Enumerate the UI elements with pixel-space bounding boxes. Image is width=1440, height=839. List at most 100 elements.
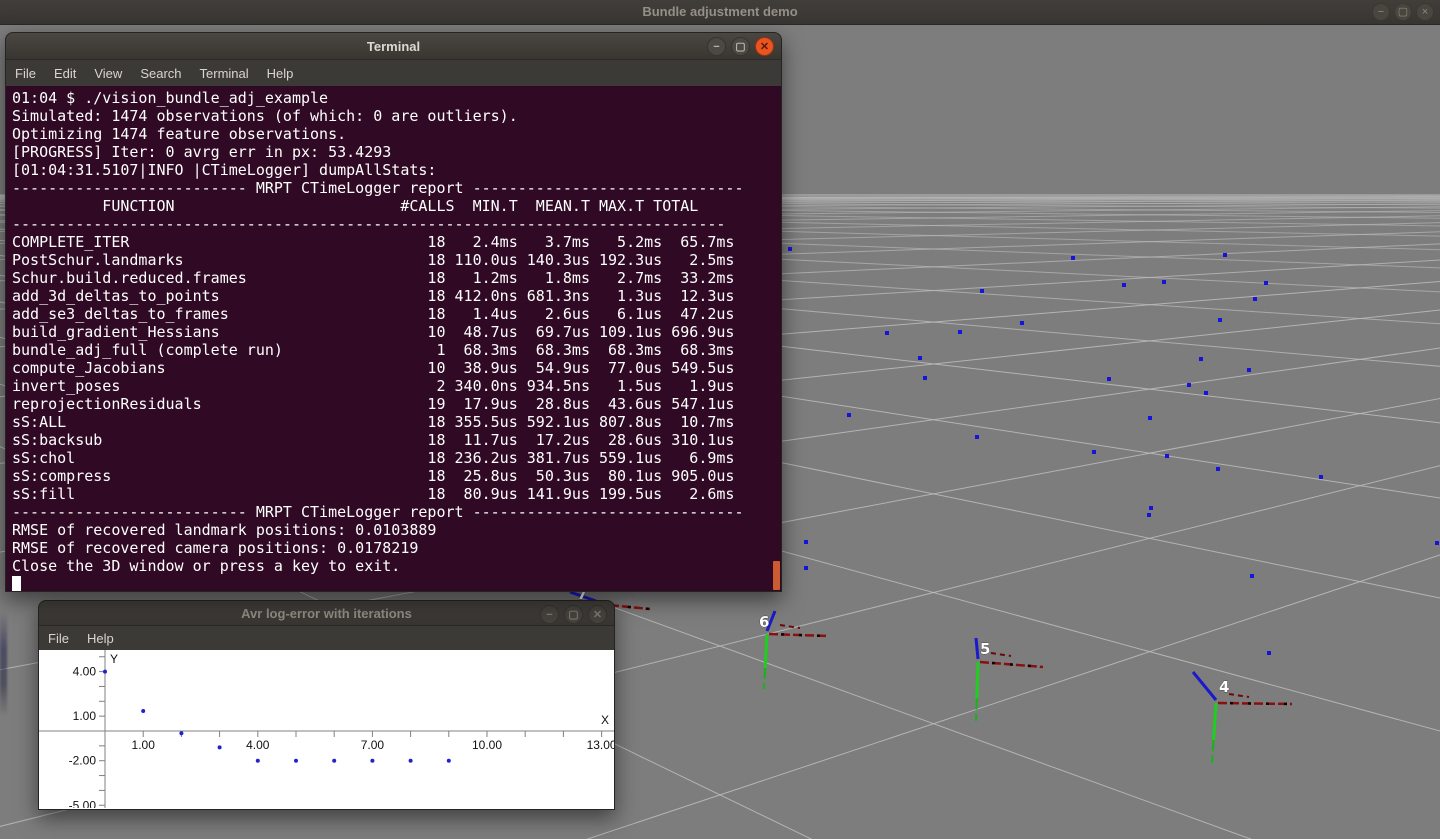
- y-axis-label: Y: [110, 652, 118, 666]
- landmark-point: [1319, 475, 1323, 479]
- close-icon[interactable]: ×: [1416, 3, 1434, 21]
- minimize-icon[interactable]: −: [540, 605, 559, 624]
- landmark-point: [1122, 283, 1126, 287]
- camera-frame-6: 6: [759, 611, 828, 689]
- close-icon[interactable]: ✕: [755, 37, 774, 56]
- landmark-point: [1165, 454, 1169, 458]
- plot-title: Avr log-error with iterations: [39, 601, 614, 625]
- terminal-menu-view[interactable]: View: [85, 66, 131, 81]
- landmark-point: [958, 330, 962, 334]
- terminal-output-text: 01:04 $ ./vision_bundle_adj_example Simu…: [6, 86, 781, 592]
- landmark-point: [1223, 253, 1227, 257]
- scatter-point: [409, 759, 413, 763]
- plot-menubar: FileHelp: [38, 626, 615, 650]
- scatter-point: [256, 759, 260, 763]
- landmark-point: [1216, 467, 1220, 471]
- camera-label: 4: [1219, 678, 1229, 696]
- landmark-point: [804, 540, 808, 544]
- landmark-points: [788, 247, 1439, 655]
- maximize-icon[interactable]: ▢: [1394, 3, 1412, 21]
- x-tick-label: 1.00: [132, 738, 156, 752]
- camera-y-axis: [765, 634, 767, 668]
- scene-artifact: [0, 612, 7, 716]
- landmark-point: [1199, 357, 1203, 361]
- terminal-cursor: [12, 576, 21, 591]
- camera-x-axis-upper-dash: [1229, 694, 1249, 697]
- scatter-point: [294, 759, 298, 763]
- landmark-point: [918, 356, 922, 360]
- landmark-point: [788, 247, 792, 251]
- camera-y-axis-tail: [1212, 740, 1214, 763]
- landmark-point: [1204, 391, 1208, 395]
- scatter-point: [370, 759, 374, 763]
- landmark-point: [1250, 574, 1254, 578]
- scatter-point: [332, 759, 336, 763]
- main-window-titlebar[interactable]: Bundle adjustment demo − ▢ ×: [0, 0, 1440, 25]
- landmark-point: [1092, 450, 1096, 454]
- landmark-point: [1247, 368, 1251, 372]
- plot-menu-file[interactable]: File: [39, 631, 78, 646]
- camera-label: 5: [980, 640, 990, 658]
- landmark-point: [1264, 281, 1268, 285]
- scatter-point: [141, 709, 145, 713]
- landmark-point: [1187, 383, 1191, 387]
- landmark-point: [1071, 256, 1075, 260]
- landmark-point: [1107, 377, 1111, 381]
- camera-z-axis: [976, 638, 978, 659]
- camera-z-axis: [1193, 672, 1216, 700]
- camera-frame-5: 5: [976, 638, 1043, 721]
- camera-frame-4: 4: [1193, 672, 1292, 763]
- landmark-point: [1435, 541, 1439, 545]
- x-axis-label: X: [601, 713, 609, 727]
- landmark-point: [1149, 506, 1153, 510]
- scatter-point: [103, 670, 107, 674]
- plot-window: Avr log-error with iterations − ▢ ✕ File…: [38, 600, 615, 810]
- landmark-point: [1162, 280, 1166, 284]
- x-tick-label: 4.00: [246, 738, 270, 752]
- landmark-point: [975, 435, 979, 439]
- plot-menu-help[interactable]: Help: [78, 631, 123, 646]
- terminal-window: Terminal − ▢ ✕ FileEditViewSearchTermina…: [5, 32, 782, 592]
- landmark-point: [1020, 321, 1024, 325]
- maximize-icon[interactable]: ▢: [731, 37, 750, 56]
- camera-y-axis-tail: [764, 668, 765, 689]
- plot-canvas[interactable]: 1.004.007.0010.0013.004.001.00-2.00-5.00…: [38, 650, 615, 810]
- landmark-point: [1253, 297, 1257, 301]
- landmark-point: [1148, 416, 1152, 420]
- minimize-icon[interactable]: −: [1372, 3, 1390, 21]
- landmark-point: [847, 413, 851, 417]
- landmark-point: [1218, 318, 1222, 322]
- terminal-menu-file[interactable]: File: [6, 66, 45, 81]
- landmark-point: [923, 376, 927, 380]
- landmark-point: [1147, 513, 1151, 517]
- terminal-titlebar[interactable]: Terminal − ▢ ✕: [5, 32, 782, 60]
- scatter-point: [179, 731, 183, 735]
- terminal-title: Terminal: [6, 33, 781, 59]
- maximize-icon[interactable]: ▢: [564, 605, 583, 624]
- x-tick-label: 13.00: [587, 738, 614, 752]
- main-window-title: Bundle adjustment demo: [0, 0, 1440, 24]
- plot-titlebar[interactable]: Avr log-error with iterations − ▢ ✕: [38, 600, 615, 626]
- landmark-point: [980, 289, 984, 293]
- terminal-output-area[interactable]: 01:04 $ ./vision_bundle_adj_example Simu…: [5, 86, 782, 592]
- camera-y-axis: [977, 662, 978, 699]
- minimize-icon[interactable]: −: [707, 37, 726, 56]
- scatter-point: [447, 759, 451, 763]
- landmark-point: [804, 566, 808, 570]
- terminal-menu-help[interactable]: Help: [258, 66, 303, 81]
- terminal-scrollbar[interactable]: [773, 561, 780, 590]
- camera-x-axis-upper-dash: [991, 653, 1011, 656]
- scatter-point: [218, 745, 222, 749]
- x-tick-label: 10.00: [472, 738, 502, 752]
- camera-label: 6: [759, 613, 769, 631]
- terminal-menubar: FileEditViewSearchTerminalHelp: [5, 60, 782, 86]
- terminal-menu-edit[interactable]: Edit: [45, 66, 85, 81]
- y-tick-label: -5.00: [69, 798, 97, 808]
- camera-x-axis: [1218, 703, 1292, 704]
- x-tick-label: 7.00: [361, 738, 385, 752]
- close-icon[interactable]: ✕: [588, 605, 607, 624]
- landmark-point: [1267, 651, 1271, 655]
- y-tick-label: 1.00: [73, 709, 97, 723]
- terminal-menu-search[interactable]: Search: [131, 66, 190, 81]
- terminal-menu-terminal[interactable]: Terminal: [191, 66, 258, 81]
